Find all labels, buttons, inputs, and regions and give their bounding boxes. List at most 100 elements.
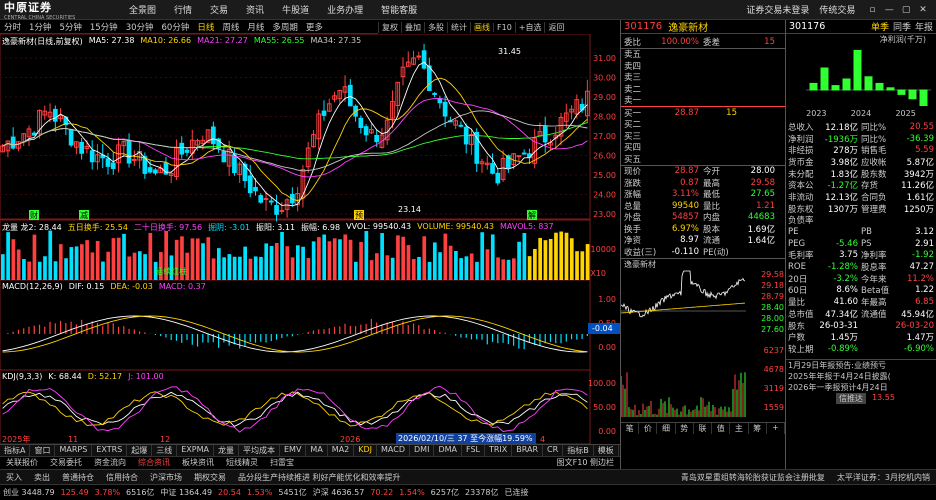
news-ticker[interactable]: 品分段生产持续推进 利好产能优化和效率提升 [232,472,407,483]
indicator-tab[interactable]: MA [306,445,328,456]
news-ticker-3[interactable]: 太平洋证券：3月挖机内销 [831,472,936,483]
kline-chart-area[interactable]: 31.00 30.00 29.00 28.00 27.00 26.00 25.00 24.00… [0,33,620,445]
period-tab[interactable]: 周线 [218,21,243,33]
toolbar-button[interactable]: 多股 [424,21,447,33]
indicator-tab[interactable]: MACD [377,445,411,456]
quote-tab[interactable]: 价 [639,422,658,434]
period-tab[interactable]: 15分钟 [86,21,122,33]
period-tab[interactable]: 多周期 [268,21,302,33]
date-label: 2026 [340,435,360,444]
maximize-icon[interactable]: ▢ [899,5,913,15]
indicator-tab[interactable]: MA2 [328,445,355,456]
xintuida-button[interactable]: 信推达 [836,392,866,404]
indicator-tab[interactable]: 平均成本 [239,445,280,456]
indicator-tab[interactable]: FSL [462,445,485,456]
credit-position-button[interactable]: 信用持合 [100,472,144,483]
news-ticker-2[interactable]: 青岛双星重组转海轮胎获证监会注册批复 [675,472,831,483]
indicator-tab[interactable]: 起爆 [127,445,153,456]
minimize-icon[interactable]: — [882,5,896,15]
menu-item[interactable]: 业务办理 [318,3,372,16]
volume-bar [301,246,305,280]
period-tab[interactable]: 日线 [193,21,218,33]
indicator-tab[interactable]: CR [543,445,564,456]
classic-trade-link[interactable]: 传统交易 [819,3,855,16]
normal-position-button[interactable]: 普通持仓 [56,472,100,483]
indicator-tab[interactable]: 指标A [0,445,31,456]
intraday-chart[interactable]: 29.58 29.18 28.79 28.40 28.00 27.60 6237 4678 31… [620,269,786,419]
quote-tab[interactable]: 联 [694,422,713,434]
info-tab[interactable]: 短线精灵 [220,457,264,469]
period-tab[interactable]: 1分钟 [25,21,55,33]
period-tab[interactable]: 更多 [302,21,327,33]
indicator-tab[interactable]: TRIX [485,445,513,456]
menu-item[interactable]: 全景图 [120,3,165,16]
indicator-tab[interactable]: 指标B [563,445,594,456]
info-tab[interactable]: 综合资讯 [132,457,176,469]
sidebar-toggle[interactable]: 图文F10 侧边栏 [551,457,620,469]
indicator-tab[interactable]: EXTRS [92,445,128,456]
news-item[interactable]: 2025年年报于4月24日披露( [786,371,936,382]
period-tab[interactable]: 30分钟 [122,21,158,33]
quote-tab[interactable]: 细 [657,422,676,434]
login-status[interactable]: 证券交易未登录 [746,3,809,16]
toolbar-button[interactable]: 画线 [470,21,493,33]
indicator-tab[interactable]: DMA [434,445,462,456]
finance-tab[interactable]: 单季 [871,20,889,33]
period-tab[interactable]: 分时 [0,21,25,33]
period-tab[interactable]: 60分钟 [158,21,194,33]
indicator-tab[interactable]: KDJ [354,445,378,456]
indicator-tab[interactable]: 模板 [594,445,619,456]
indicator-tab[interactable]: MARPS [55,445,93,456]
close-icon[interactable]: ✕ [916,5,930,15]
indicator-tab[interactable]: 龙量 [214,445,239,456]
menu-item[interactable]: 资讯 [237,3,273,16]
period-tab[interactable]: 月线 [243,21,268,33]
toolbar-button[interactable]: 返回 [544,21,567,33]
quote-tab[interactable]: + [767,422,785,434]
period-tab[interactable]: 5分钟 [55,21,85,33]
info-tab[interactable]: 资金流向 [88,457,132,469]
candle [421,50,427,69]
info-tab[interactable]: 关联报价 [0,457,44,469]
sell-button[interactable]: 卖出 [28,472,56,483]
news-item[interactable]: 1月29日年报预告:业绩预亏 [786,360,936,371]
stat-value: 3.11% [671,189,699,200]
indicator-tab[interactable]: EMV [280,445,307,456]
indicator-tab[interactable]: 三线 [152,445,178,456]
menu-item[interactable]: 交易 [201,3,237,16]
toolbar-button[interactable]: +自选 [514,21,545,33]
quote-tab[interactable]: 势 [676,422,694,434]
finance-tab[interactable]: 年报 [915,20,933,33]
info-tab[interactable]: 扫雷宝 [264,457,300,469]
indicator-tab[interactable]: BRAR [512,445,544,456]
quote-tab[interactable]: 主 [730,422,749,434]
volume-bar [427,261,432,280]
toolbar-button[interactable]: 叠加 [401,21,424,33]
buy-button[interactable]: 买入 [0,472,28,483]
quote-tab[interactable]: 筹 [749,422,767,434]
volume-bar [501,259,506,280]
quote-tab[interactable]: 笔 [621,422,640,434]
finance-label: 股息率 [861,263,887,274]
toolbar-button[interactable]: 统计 [447,21,470,33]
menu-item[interactable]: 牛股道 [273,3,318,16]
toolbar-button[interactable]: 复权 [378,21,401,33]
volume-bar [101,261,105,280]
quote-tab[interactable]: 值 [712,422,731,434]
buy-volume: 15 [726,107,737,118]
finance-tab[interactable]: 同季 [893,20,911,33]
menu-item[interactable]: 智能客服 [372,3,426,16]
restore-icon[interactable]: ▫ [865,5,879,15]
info-tab[interactable]: 交易委托 [44,457,88,469]
info-tab[interactable]: 板块资讯 [176,457,220,469]
indicator-tab[interactable]: EXPMA [177,445,214,456]
finance-label: 股东数 [861,169,887,180]
stat-row: 涨幅 3.11% 最低 27.65 [621,189,785,200]
indicator-tab[interactable]: DMI [410,445,435,456]
news-item[interactable]: 2026年一季报预计4月24日 [786,382,936,393]
market-button[interactable]: 沪深市场 [144,472,188,483]
toolbar-button[interactable]: F10 [493,22,515,32]
options-button[interactable]: 期权交易 [188,472,232,483]
indicator-tab[interactable]: 窗口 [30,445,56,456]
menu-item[interactable]: 行情 [165,3,201,16]
